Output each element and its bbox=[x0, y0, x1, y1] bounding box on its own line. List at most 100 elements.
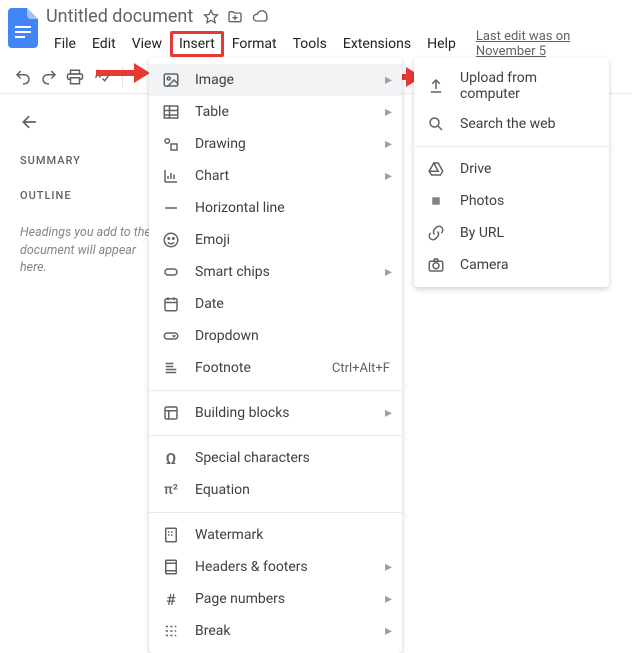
building-blocks-icon bbox=[161, 403, 181, 423]
menu-item-headers-footers[interactable]: Headers & footers ▸ bbox=[149, 551, 402, 583]
menu-item-horizontal-line[interactable]: Horizontal line bbox=[149, 192, 402, 224]
image-icon bbox=[161, 70, 181, 90]
chevron-right-icon: ▸ bbox=[385, 405, 392, 421]
menu-item-building-blocks[interactable]: Building blocks ▸ bbox=[149, 397, 402, 429]
menu-item-label: Drawing bbox=[195, 136, 246, 152]
insert-dropdown: Image ▸ Table ▸ Drawing ▸ Chart ▸ Horizo… bbox=[149, 58, 402, 653]
menu-separator bbox=[149, 435, 402, 436]
star-icon[interactable] bbox=[203, 9, 219, 25]
menu-extensions[interactable]: Extensions bbox=[335, 32, 419, 56]
undo-icon[interactable] bbox=[14, 68, 32, 86]
menu-item-label: Watermark bbox=[195, 527, 263, 543]
menu-item-dropdown[interactable]: Dropdown bbox=[149, 320, 402, 352]
docs-logo-icon bbox=[8, 8, 38, 48]
menu-insert[interactable]: Insert bbox=[170, 31, 224, 57]
submenu-item-label: Upload from computer bbox=[460, 70, 597, 102]
table-icon bbox=[161, 102, 181, 122]
menu-item-label: Page numbers bbox=[195, 591, 285, 607]
drawing-icon bbox=[161, 134, 181, 154]
cloud-icon[interactable] bbox=[251, 9, 269, 25]
menu-item-label: Dropdown bbox=[195, 328, 259, 344]
emoji-icon bbox=[161, 230, 181, 250]
menu-edit[interactable]: Edit bbox=[84, 32, 124, 56]
summary-heading: SUMMARY bbox=[20, 154, 163, 167]
menu-item-footnote[interactable]: Footnote Ctrl+Alt+F bbox=[149, 352, 402, 384]
menu-item-label: Footnote bbox=[195, 360, 251, 376]
chevron-right-icon: ▸ bbox=[385, 72, 392, 88]
dropdown-icon bbox=[161, 326, 181, 346]
equation-icon: π² bbox=[161, 480, 181, 500]
search-icon bbox=[426, 114, 446, 134]
chevron-right-icon: ▸ bbox=[385, 136, 392, 152]
menu-item-drawing[interactable]: Drawing ▸ bbox=[149, 128, 402, 160]
menu-item-label: Special characters bbox=[195, 450, 310, 466]
menu-item-chart[interactable]: Chart ▸ bbox=[149, 160, 402, 192]
submenu-item-label: Drive bbox=[460, 161, 491, 177]
upload-icon bbox=[426, 76, 446, 96]
annotation-arrow-insert bbox=[96, 62, 152, 84]
submenu-item-camera[interactable]: Camera bbox=[414, 249, 609, 281]
menu-item-smart-chips[interactable]: Smart chips ▸ bbox=[149, 256, 402, 288]
menu-file[interactable]: File bbox=[46, 32, 84, 56]
last-edit-link[interactable]: Last edit was on November 5 bbox=[476, 29, 624, 59]
menu-item-break[interactable]: Break ▸ bbox=[149, 615, 402, 647]
menu-item-equation[interactable]: π² Equation bbox=[149, 474, 402, 506]
move-icon[interactable] bbox=[227, 9, 243, 25]
submenu-item-label: Camera bbox=[460, 257, 509, 273]
menu-item-date[interactable]: Date bbox=[149, 288, 402, 320]
menu-help[interactable]: Help bbox=[419, 32, 464, 56]
smart-chips-icon bbox=[161, 262, 181, 282]
title-action-icons bbox=[203, 9, 269, 25]
shortcut-label: Ctrl+Alt+F bbox=[332, 361, 390, 376]
menu-format[interactable]: Format bbox=[224, 32, 285, 56]
menubar: File Edit View Insert Format Tools Exten… bbox=[46, 29, 624, 59]
menu-item-page-numbers[interactable]: # Page numbers ▸ bbox=[149, 583, 402, 615]
menu-item-emoji[interactable]: Emoji bbox=[149, 224, 402, 256]
menu-tools[interactable]: Tools bbox=[285, 32, 335, 56]
redo-icon[interactable] bbox=[40, 68, 58, 86]
menu-item-label: Image bbox=[195, 72, 234, 88]
date-icon bbox=[161, 294, 181, 314]
document-title[interactable]: Untitled document bbox=[46, 6, 193, 27]
chart-icon bbox=[161, 166, 181, 186]
photos-icon bbox=[426, 191, 446, 211]
menu-item-special-characters[interactable]: Ω Special characters bbox=[149, 442, 402, 474]
break-icon bbox=[161, 621, 181, 641]
footnote-icon bbox=[161, 358, 181, 378]
menu-item-image[interactable]: Image ▸ bbox=[149, 64, 402, 96]
submenu-item-upload[interactable]: Upload from computer bbox=[414, 64, 609, 108]
menu-item-label: Horizontal line bbox=[195, 200, 285, 216]
menu-item-watermark[interactable]: Watermark bbox=[149, 519, 402, 551]
chevron-right-icon: ▸ bbox=[385, 104, 392, 120]
submenu-item-photos[interactable]: Photos bbox=[414, 185, 609, 217]
chevron-right-icon: ▸ bbox=[385, 591, 392, 607]
submenu-item-label: Search the web bbox=[460, 116, 555, 132]
link-icon bbox=[426, 223, 446, 243]
print-icon[interactable] bbox=[66, 68, 84, 86]
chevron-right-icon: ▸ bbox=[385, 264, 392, 280]
submenu-item-drive[interactable]: Drive bbox=[414, 153, 609, 185]
submenu-item-search-web[interactable]: Search the web bbox=[414, 108, 609, 140]
submenu-item-by-url[interactable]: By URL bbox=[414, 217, 609, 249]
menu-item-label: Building blocks bbox=[195, 405, 290, 421]
outline-empty-note: Headings you add to the document will ap… bbox=[20, 224, 163, 277]
headers-footers-icon bbox=[161, 557, 181, 577]
page-numbers-icon: # bbox=[161, 589, 181, 609]
outline-heading: OUTLINE bbox=[20, 189, 163, 202]
horizontal-line-icon bbox=[161, 198, 181, 218]
image-submenu: Upload from computer Search the web Driv… bbox=[414, 58, 609, 287]
menu-item-table[interactable]: Table ▸ bbox=[149, 96, 402, 128]
watermark-icon bbox=[161, 525, 181, 545]
menu-item-label: Date bbox=[195, 296, 224, 312]
app-header: Untitled document File Edit View Insert … bbox=[0, 0, 632, 59]
menu-separator bbox=[149, 512, 402, 513]
menu-item-label: Chart bbox=[195, 168, 229, 184]
menu-item-label: Equation bbox=[195, 482, 250, 498]
menu-item-label: Smart chips bbox=[195, 264, 270, 280]
menu-view[interactable]: View bbox=[124, 32, 170, 56]
special-characters-icon: Ω bbox=[161, 448, 181, 468]
back-arrow-icon[interactable] bbox=[20, 112, 163, 132]
submenu-item-label: Photos bbox=[460, 193, 504, 209]
chevron-right-icon: ▸ bbox=[385, 623, 392, 639]
chevron-right-icon: ▸ bbox=[385, 559, 392, 575]
